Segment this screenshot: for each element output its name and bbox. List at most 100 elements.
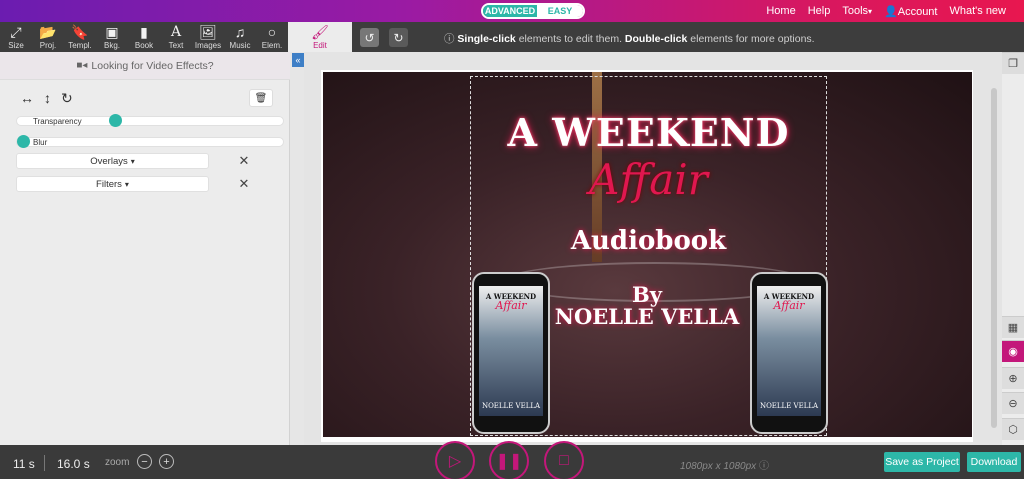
grid-button[interactable]: ▦ [1002,316,1024,338]
visibility-button[interactable]: ◉ [1002,340,1024,362]
blur-slider-handle[interactable] [17,135,30,148]
paint-roller-icon: 🖌 [311,23,329,40]
tool-label: Proj. [39,40,57,50]
pause-button[interactable]: ❚❚ [489,441,529,479]
phone-screen: A WEEKEND Affair NOELLE VELLA [479,286,543,416]
nav-help-link[interactable]: Help [808,5,831,17]
tool-label: Size [8,40,24,50]
title-line-audiobook[interactable]: Audiobook [470,226,827,256]
title-line-affair[interactable]: Affair [470,155,827,204]
hint-bold-1: Single-click [457,33,516,45]
tool-template[interactable]: 🔖 Templ. [64,22,96,52]
rotate-icon[interactable]: ↻ [61,90,73,107]
trash-icon: 🗑 [254,92,268,104]
collapse-panel-button[interactable]: « [292,53,304,67]
layers-button[interactable]: ❐ [1002,52,1024,74]
cover-author: NOELLE VELLA [759,402,819,410]
grid-icon: ▦ [1007,322,1019,334]
info-icon[interactable]: ⓘ [759,461,769,472]
nav-account-label: Account [897,5,938,18]
tool-background[interactable]: ▣ Bkg. [96,22,128,52]
nav-account-link[interactable]: 👤Account [884,5,937,18]
save-as-project-button[interactable]: Save as Project [884,452,960,472]
tool-elements[interactable]: ○ Elem. [256,22,288,52]
nav-tools-menu[interactable]: Tools▾ [842,5,872,17]
hint-text-2: elements for more options. [687,33,815,45]
zoom-out-icon: ⊖ [1008,398,1018,410]
transparency-slider[interactable]: Transparency [16,114,284,127]
phone-mockup-left[interactable]: A WEEKEND Affair NOELLE VELLA [472,272,550,434]
3d-view-button[interactable]: ⬡ [1002,418,1024,440]
eye-slash-icon: ◉ [1008,346,1018,358]
filters-label: Filters [96,178,122,190]
delete-button[interactable]: 🗑 [249,89,273,107]
tool-book[interactable]: ▮ Book [128,22,160,52]
tool-text[interactable]: A Text [160,22,192,52]
tool-project[interactable]: 📂 Proj. [32,22,64,52]
chevron-down-icon: ▾ [124,179,129,189]
title-author-block[interactable]: By NOELLE VELLA [535,284,759,328]
mode-advanced-button[interactable]: ADVANCED [483,5,537,17]
undo-button[interactable]: ↺ [360,28,379,47]
tool-label: Images [194,40,222,50]
transform-tools: ↔ ↕ ↻ [20,90,73,107]
zoom-in-button[interactable]: ⊕ [1002,367,1024,389]
mode-easy-button[interactable]: EASY [537,5,583,17]
phone-mockup-right[interactable]: A WEEKEND Affair NOELLE VELLA [750,272,828,434]
flip-horizontal-icon[interactable]: ↔ [20,90,34,107]
flip-vertical-icon[interactable]: ↕ [44,90,51,107]
overlays-remove-button[interactable]: ✕ [237,153,251,168]
duration[interactable]: 16.0 s [57,457,90,471]
folder-icon: 📂 [39,23,57,40]
edit-bar: ↺ ↻ ⓘ Single-click elements to edit them… [352,22,1024,52]
author-name: NOELLE VELLA [554,304,740,329]
top-bar: ADVANCED EASY Home Help Tools▾ 👤Account … [0,0,1024,22]
video-effects-link[interactable]: ■◂ Looking for Video Effects? [0,52,290,80]
text-icon: A [170,23,182,40]
play-button[interactable]: ▷ [435,441,475,479]
canvas-dimensions: 1080px x 1080px ⓘ [680,457,769,472]
dimensions-text: 1080px x 1080px [680,461,757,472]
circle-icon: ○ [267,23,277,40]
filters-remove-button[interactable]: ✕ [237,176,251,191]
current-time: 11 s [13,457,35,471]
blur-label: Blur [33,138,48,147]
redo-icon: ↻ [393,30,404,45]
transparency-slider-handle[interactable] [108,114,122,127]
title-line-weekend[interactable]: A WEEKEND [470,110,827,155]
zoom-in-icon: ⊕ [1008,373,1018,385]
properties-panel: ■◂ Looking for Video Effects? ↔ ↕ ↻ 🗑 Tr… [0,52,290,445]
close-icon: ✕ [238,153,250,168]
chevron-down-icon: ▾ [130,156,135,166]
tool-label: Music [229,40,251,50]
tool-size[interactable]: ⤢ Size [0,22,32,52]
filters-dropdown[interactable]: Filters ▾ [16,176,209,192]
timeline-zoom-in-button[interactable]: + [159,454,174,469]
download-button[interactable]: Download [967,452,1021,472]
nav-whats-new-link[interactable]: What's new [949,5,1006,17]
phone-screen: A WEEKEND Affair NOELLE VELLA [757,286,821,416]
cover-script: Affair [773,299,805,312]
nav-home-link[interactable]: Home [766,5,795,17]
zoom-out-button[interactable]: ⊖ [1002,392,1024,414]
image-icon: 🖼 [199,23,217,40]
redo-button[interactable]: ↻ [389,28,408,47]
stop-button[interactable]: □ [544,441,584,479]
layers-icon: ❐ [1008,58,1018,70]
video-effects-label: Looking for Video Effects? [91,59,214,72]
blur-slider[interactable]: Blur [16,135,284,148]
background-icon: ▣ [105,23,119,40]
tool-images[interactable]: 🖼 Images [192,22,224,52]
canvas-scrollbar[interactable] [991,88,997,428]
mode-toggle[interactable]: ADVANCED EASY [481,3,585,19]
overlays-dropdown[interactable]: Overlays ▾ [16,153,209,169]
double-chevron-left-icon: « [295,55,301,65]
timeline-zoom-out-button[interactable]: − [137,454,152,469]
overlays-label: Overlays [90,155,128,167]
tool-music[interactable]: ♫ Music [224,22,256,52]
tool-label: Bkg. [103,40,120,50]
stop-icon: □ [559,452,569,469]
tool-edit[interactable]: 🖌 Edit [288,22,352,52]
author-by: By [632,282,662,307]
video-camera-icon: ■◂ [76,60,88,71]
